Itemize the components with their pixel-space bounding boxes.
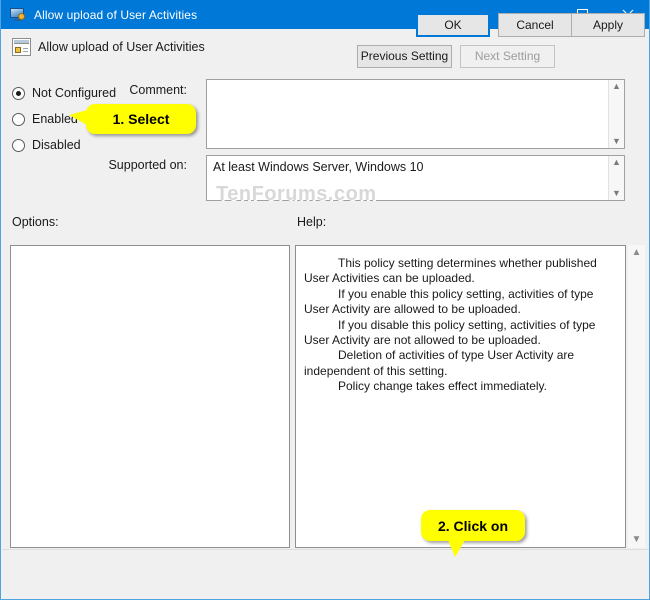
options-label: Options:	[12, 215, 59, 229]
dialog-footer	[2, 549, 649, 599]
scroll-down-icon[interactable]: ▼	[612, 189, 621, 198]
supported-on-scrollbar[interactable]: ▲ ▼	[608, 156, 624, 200]
group-policy-setting-window: Allow upload of User Activities Allow up…	[0, 0, 650, 600]
help-paragraph: This policy setting determines whether p…	[304, 256, 597, 286]
monitor-policy-icon	[10, 7, 26, 22]
supported-on-label: Supported on:	[108, 158, 187, 172]
radio-disabled-mark	[12, 138, 25, 152]
callout-select: 1. Select	[69, 104, 196, 134]
help-paragraph: If you enable this policy setting, activ…	[304, 286, 594, 317]
radio-disabled-label: Disabled	[32, 138, 81, 152]
help-paragraph: Policy change takes effect immediately.	[338, 379, 547, 394]
apply-button[interactable]: Apply	[571, 13, 645, 37]
help-label: Help:	[297, 215, 327, 229]
supported-on-value: At least Windows Server, Windows 10	[213, 160, 424, 174]
options-panel[interactable]	[10, 245, 290, 548]
comment-scrollbar[interactable]: ▲ ▼	[608, 80, 624, 148]
radio-not-configured-mark	[12, 86, 25, 100]
setting-title: Allow upload of User Activities	[38, 40, 205, 54]
previous-setting-button[interactable]: Previous Setting	[357, 45, 452, 68]
callout-tail	[448, 540, 465, 557]
ok-button[interactable]: OK	[416, 13, 490, 37]
cancel-button[interactable]: Cancel	[498, 13, 572, 37]
radio-disabled[interactable]: Disabled	[12, 138, 81, 152]
comment-value[interactable]	[207, 80, 608, 148]
next-setting-button: Next Setting	[460, 45, 555, 68]
comment-label: Comment:	[129, 83, 187, 97]
callout-click-text: 2. Click on	[437, 517, 509, 534]
callout-select-text: 1. Select	[112, 111, 170, 127]
comment-textbox[interactable]: ▲ ▼	[206, 79, 625, 149]
scroll-up-icon[interactable]: ▲	[632, 248, 642, 258]
help-panel: This policy setting determines whether p…	[295, 245, 626, 548]
help-scrollbar[interactable]: ▲ ▼	[628, 245, 645, 548]
policy-setting-icon	[12, 38, 31, 56]
scroll-down-icon[interactable]: ▼	[612, 137, 621, 146]
window-title: Allow upload of User Activities	[34, 7, 198, 22]
help-paragraph: If you disable this policy setting, acti…	[304, 317, 596, 348]
scroll-down-icon[interactable]: ▼	[632, 535, 642, 545]
help-paragraph: Deletion of activities of type User Acti…	[304, 348, 575, 378]
radio-enabled-mark	[12, 112, 25, 126]
callout-tail	[69, 110, 87, 125]
supported-on-textbox: At least Windows Server, Windows 10 ▲ ▼	[206, 155, 625, 201]
scroll-up-icon[interactable]: ▲	[612, 158, 621, 167]
callout-click-on: 2. Click on	[421, 510, 525, 557]
scroll-up-icon[interactable]: ▲	[612, 82, 621, 91]
help-text: This policy setting determines whether p…	[296, 246, 625, 547]
radio-enabled[interactable]: Enabled	[12, 112, 78, 126]
